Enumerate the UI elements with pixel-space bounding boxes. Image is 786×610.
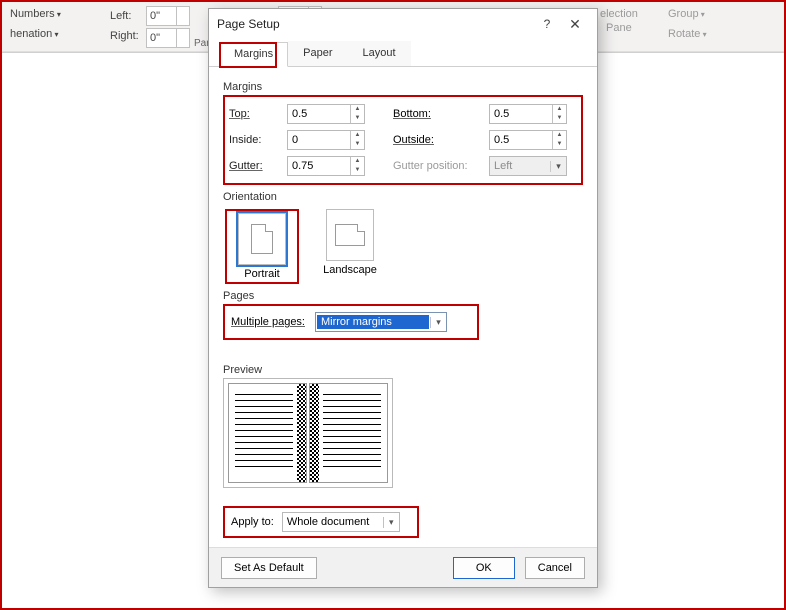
apply-to-label: Apply to: bbox=[231, 516, 274, 528]
multiple-pages-label: Multiple pages: bbox=[231, 316, 305, 328]
indent-left-input[interactable]: 0" bbox=[146, 6, 190, 26]
preview-pane bbox=[223, 378, 393, 488]
line-numbers-menu[interactable]: Numbers ▾ bbox=[10, 8, 61, 20]
preview-page-left bbox=[228, 383, 307, 483]
gutter-input[interactable]: 0.75▲▼ bbox=[287, 156, 365, 176]
orientation-portrait[interactable]: Portrait bbox=[229, 213, 295, 280]
preview-label: Preview bbox=[223, 364, 583, 376]
group-menu[interactable]: Group ▾ bbox=[668, 8, 705, 20]
chevron-down-icon: ▾ bbox=[430, 317, 446, 328]
close-button[interactable]: ✕ bbox=[561, 16, 589, 33]
ok-button[interactable]: OK bbox=[453, 557, 515, 579]
bottom-label: Bottom: bbox=[393, 108, 489, 120]
tab-margins[interactable]: Margins bbox=[219, 42, 288, 67]
page-setup-dialog: Page Setup ? ✕ Margins Paper Layout Marg… bbox=[208, 8, 598, 588]
outside-input[interactable]: 0.5▲▼ bbox=[489, 130, 567, 150]
bottom-input[interactable]: 0.5▲▼ bbox=[489, 104, 567, 124]
apply-to-row: Apply to: Whole document▾ bbox=[223, 506, 419, 538]
inside-label: Inside: bbox=[229, 134, 287, 146]
orientation-group-label: Orientation bbox=[223, 191, 583, 203]
rotate-menu[interactable]: Rotate ▾ bbox=[668, 28, 707, 40]
selection-pane-partial[interactable]: election bbox=[600, 8, 638, 20]
tab-paper[interactable]: Paper bbox=[288, 41, 347, 66]
gutter-position-combo: Left▾ bbox=[489, 156, 567, 176]
indent-right-label: Right: bbox=[110, 30, 139, 42]
hyphenation-menu[interactable]: henation ▾ bbox=[10, 28, 58, 40]
tab-layout[interactable]: Layout bbox=[347, 41, 410, 66]
indent-right-input[interactable]: 0" bbox=[146, 28, 190, 48]
set-as-default-button[interactable]: Set As Default bbox=[221, 557, 317, 579]
outside-label: Outside: bbox=[393, 134, 489, 146]
preview-page-right bbox=[309, 383, 388, 483]
tab-strip: Margins Paper Layout bbox=[209, 41, 597, 67]
pages-group-label: Pages bbox=[223, 290, 583, 302]
margins-fields: Top: 0.5▲▼ Bottom: 0.5▲▼ Inside: 0▲▼ Out… bbox=[223, 95, 583, 185]
gutter-position-label: Gutter position: bbox=[393, 160, 489, 172]
cancel-button[interactable]: Cancel bbox=[525, 557, 585, 579]
selection-pane-label2: Pane bbox=[606, 22, 632, 34]
portrait-icon bbox=[251, 224, 273, 254]
margins-group-label: Margins bbox=[223, 81, 583, 93]
apply-to-combo[interactable]: Whole document▾ bbox=[282, 512, 400, 532]
indent-left-label: Left: bbox=[110, 10, 131, 22]
multiple-pages-row: Multiple pages: Mirror margins ▾ bbox=[223, 304, 479, 340]
multiple-pages-combo[interactable]: Mirror margins ▾ bbox=[315, 312, 447, 332]
help-button[interactable]: ? bbox=[533, 17, 561, 31]
landscape-icon bbox=[335, 224, 365, 246]
orientation-landscape[interactable]: Landscape bbox=[317, 209, 383, 284]
top-label: Top: bbox=[229, 108, 287, 120]
top-input[interactable]: 0.5▲▼ bbox=[287, 104, 365, 124]
inside-input[interactable]: 0▲▼ bbox=[287, 130, 365, 150]
highlight-portrait: Portrait bbox=[225, 209, 299, 284]
gutter-label: Gutter: bbox=[229, 160, 287, 172]
dialog-title: Page Setup bbox=[217, 17, 533, 31]
